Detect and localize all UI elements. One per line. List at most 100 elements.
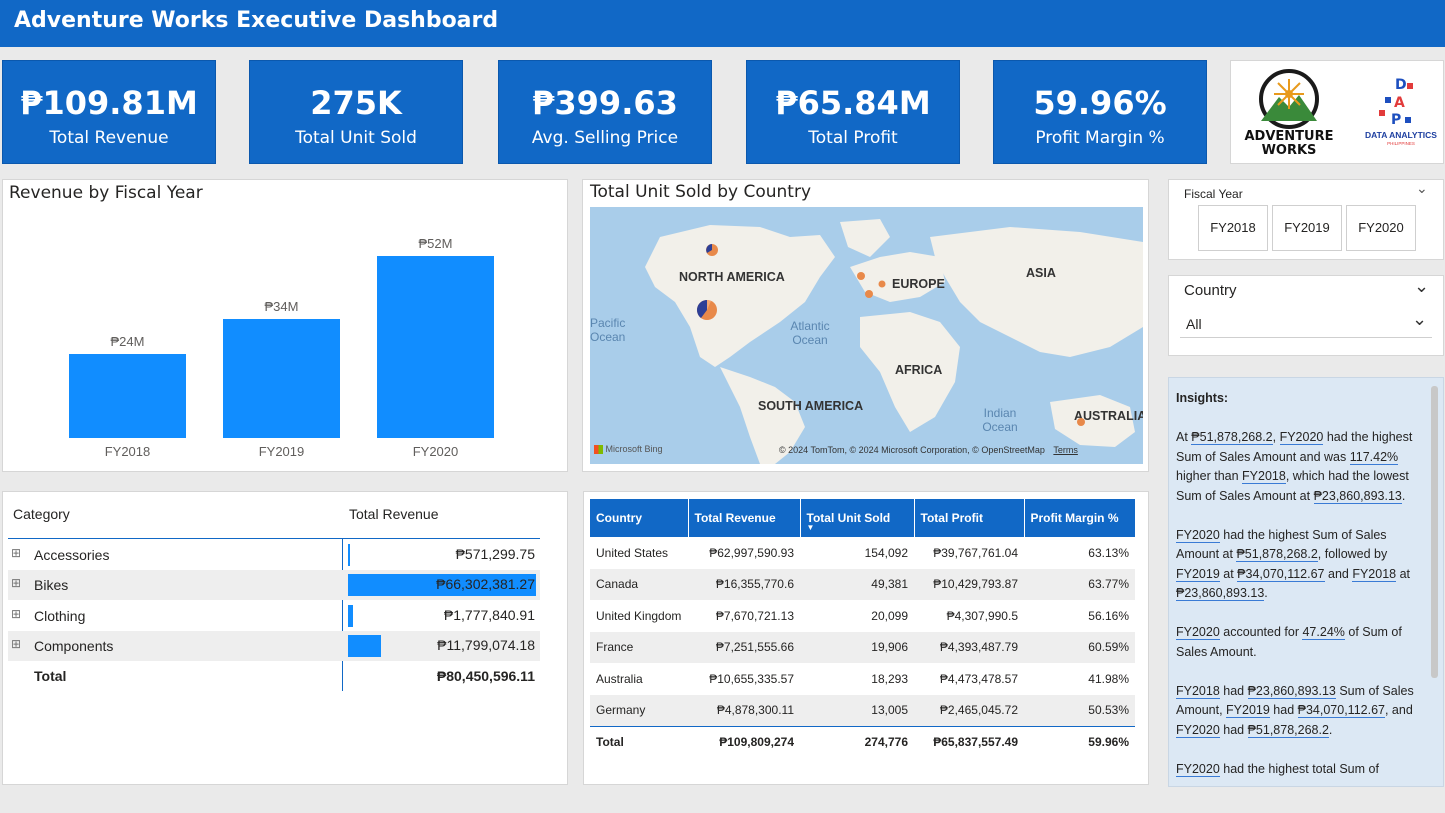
table-cell: ₱62,997,590.93 bbox=[709, 545, 794, 560]
pie-marker-germany bbox=[878, 280, 886, 288]
revenue-bar-chart[interactable]: ₱24M FY2018 ₱34M FY2019 ₱52M FY2020 bbox=[3, 205, 567, 470]
country-slicer-title: Country bbox=[1184, 282, 1237, 299]
bar-fy2019[interactable] bbox=[223, 319, 340, 438]
dap-letter: A bbox=[1394, 95, 1405, 111]
insight-paragraph: FY2018 had ₱23,860,893.13 Sum of Sales A… bbox=[1176, 682, 1426, 741]
bing-label: Microsoft Bing bbox=[605, 444, 663, 454]
table-row[interactable]: Canada ₱16,355,770.6 49,381 ₱10,429,793.87 6… bbox=[590, 568, 1135, 600]
kpi-label: Avg. Selling Price bbox=[531, 128, 679, 148]
country-dropdown[interactable]: All ⌄ bbox=[1180, 309, 1432, 338]
country-table[interactable]: Country Total Revenue Total Unit Sold ▼ … bbox=[590, 499, 1135, 758]
slicer-option-fy2020[interactable]: FY2020 bbox=[1346, 205, 1416, 251]
dap-letter: D bbox=[1395, 77, 1407, 93]
expand-icon[interactable]: ⊞ bbox=[11, 546, 21, 560]
insight-highlight: ₱51,878,268.2 bbox=[1236, 547, 1318, 562]
insight-highlight: FY2019 bbox=[1226, 703, 1270, 718]
insight-highlight: ₱34,070,112.67 bbox=[1297, 703, 1385, 718]
total-row[interactable]: Total ₱109,809,274 274,776 ₱65,837,557.49 59… bbox=[590, 725, 1135, 758]
insight-text: At bbox=[1176, 430, 1192, 444]
category-row[interactable]: ⊞ Clothing ₱1,777,840.91 bbox=[8, 601, 540, 631]
category-revenue: ₱571,299.75 bbox=[455, 546, 535, 562]
insight-highlight: FY2020 bbox=[1176, 761, 1220, 777]
insights-panel[interactable]: Insights: At ₱51,878,268.2, FY2020 had t… bbox=[1168, 377, 1444, 787]
table-row[interactable]: Germany ₱4,878,300.11 13,005 ₱2,465,045.72 5… bbox=[590, 694, 1135, 726]
category-header[interactable]: Category bbox=[13, 506, 70, 522]
revenue-chart-title: Revenue by Fiscal Year bbox=[9, 183, 203, 203]
kpi-avg-selling-price[interactable]: ₱399.63 Avg. Selling Price bbox=[498, 60, 712, 164]
dap-letter: P bbox=[1391, 112, 1401, 128]
col-total-revenue[interactable]: Total Revenue bbox=[688, 499, 801, 537]
col-total-unit-sold[interactable]: Total Unit Sold ▼ bbox=[800, 499, 915, 537]
insight-text: higher than bbox=[1176, 469, 1243, 483]
table-row[interactable]: United Kingdom ₱7,670,721.13 20,099 ₱4,307,… bbox=[590, 600, 1135, 632]
category-row[interactable]: ⊞ Bikes ₱66,302,381.27 bbox=[8, 570, 540, 600]
col-total-profit[interactable]: Total Profit bbox=[914, 499, 1025, 537]
bar-fy2018[interactable] bbox=[69, 354, 186, 438]
insight-highlight: ₱23,860,893.13 bbox=[1313, 488, 1402, 504]
adventure-works-logo-text: WORKS bbox=[1262, 143, 1317, 158]
table-cell: ₱4,878,300.11 bbox=[688, 694, 800, 726]
table-cell: 18,293 bbox=[871, 671, 908, 686]
total-revenue-header[interactable]: Total Revenue bbox=[349, 506, 439, 522]
country-table-header-row: Country Total Revenue Total Unit Sold ▼ … bbox=[590, 499, 1135, 537]
table-row[interactable]: Australia ₱10,655,335.57 18,293 ₱4,473,478.… bbox=[590, 663, 1135, 695]
category-name: Bikes bbox=[34, 577, 69, 593]
table-cell: ₱4,393,487.79 bbox=[914, 631, 1024, 663]
chevron-down-icon[interactable]: ⌄ bbox=[1414, 276, 1429, 297]
expand-icon[interactable]: ⊞ bbox=[11, 637, 21, 651]
col-total-unit-sold-label: Total Unit Sold bbox=[806, 511, 891, 525]
insights-text: Insights: At ₱51,878,268.2, FY2020 had t… bbox=[1176, 389, 1426, 786]
insight-highlight: FY2020 bbox=[1176, 527, 1220, 543]
table-cell: ₱2,465,045.72 bbox=[914, 694, 1024, 726]
table-cell: United States bbox=[596, 545, 669, 560]
category-row[interactable]: ⊞ Components ₱11,799,074.18 bbox=[8, 631, 540, 661]
table-cell: 63.13% bbox=[1088, 545, 1129, 560]
insight-highlight: FY2018 bbox=[1352, 566, 1397, 582]
map-attribution: © 2024 TomTom, © 2024 Microsoft Corporat… bbox=[779, 445, 1078, 455]
data-label: ₱52M bbox=[419, 236, 453, 251]
slicer-option-fy2018[interactable]: FY2018 bbox=[1198, 205, 1268, 251]
table-cell: 274,776 bbox=[800, 725, 914, 758]
slicer-option-fy2019[interactable]: FY2019 bbox=[1272, 205, 1342, 251]
insight-highlight: 117.42% bbox=[1349, 449, 1399, 465]
data-label: ₱24M bbox=[111, 334, 145, 349]
expand-icon[interactable]: ⊞ bbox=[11, 607, 21, 621]
insights-scrollbar[interactable] bbox=[1431, 386, 1438, 678]
table-row[interactable]: United States ₱62,997,590.93 154,092 ₱39,76… bbox=[590, 537, 1135, 569]
expand-icon[interactable]: ⊞ bbox=[11, 576, 21, 590]
kpi-value: ₱109.81M bbox=[20, 84, 198, 122]
bar-fy2020[interactable] bbox=[377, 256, 494, 438]
category-row[interactable]: ⊞ Accessories ₱571,299.75 bbox=[8, 540, 540, 570]
table-row[interactable]: France ₱7,251,555.66 19,906 ₱4,393,487.79 60… bbox=[590, 631, 1135, 663]
table-cell: ₱10,429,793.87 bbox=[914, 568, 1024, 600]
kpi-total-revenue[interactable]: ₱109.81M Total Revenue bbox=[2, 60, 216, 164]
insight-text: , followed by bbox=[1317, 547, 1388, 561]
col-country[interactable]: Country bbox=[590, 499, 689, 537]
map-terms-link[interactable]: Terms bbox=[1053, 445, 1078, 455]
table-cell: ₱7,670,721.13 bbox=[715, 608, 794, 623]
world-map[interactable]: NORTH AMERICA EUROPE ASIA AFRICA SOUTH A… bbox=[590, 207, 1143, 464]
table-cell: ₱4,307,990.5 bbox=[946, 608, 1018, 623]
category-name: Clothing bbox=[34, 608, 86, 624]
kpi-total-profit[interactable]: ₱65.84M Total Profit bbox=[746, 60, 960, 164]
pie-marker-united-kingdom bbox=[857, 272, 865, 280]
insight-text: , bbox=[1272, 430, 1280, 444]
table-cell: ₱39,767,761.04 bbox=[933, 545, 1018, 560]
category-revenue: ₱11,799,074.18 bbox=[437, 637, 535, 653]
col-profit-margin[interactable]: Profit Margin % bbox=[1024, 499, 1135, 537]
adventure-works-logo-text: ADVENTURE bbox=[1245, 129, 1334, 144]
table-cell: 56.16% bbox=[1088, 608, 1129, 623]
map-title: Total Unit Sold by Country bbox=[590, 182, 812, 202]
kpi-profit-margin[interactable]: 59.96% Profit Margin % bbox=[993, 60, 1207, 164]
insight-text: at bbox=[1396, 566, 1411, 581]
category-name: Accessories bbox=[34, 547, 110, 563]
chevron-down-icon[interactable]: ⌄ bbox=[1416, 181, 1428, 197]
table-cell: 41.98% bbox=[1088, 671, 1129, 686]
insight-text: , and bbox=[1384, 703, 1413, 717]
insight-highlight: ₱51,878,268.2 bbox=[1247, 722, 1329, 738]
kpi-value: 59.96% bbox=[1033, 84, 1167, 122]
kpi-total-unit-sold[interactable]: 275K Total Unit Sold bbox=[249, 60, 463, 164]
insight-highlight: FY2020 bbox=[1176, 722, 1220, 738]
page-title: Adventure Works Executive Dashboard bbox=[14, 8, 499, 33]
insight-text: . bbox=[1328, 722, 1333, 737]
